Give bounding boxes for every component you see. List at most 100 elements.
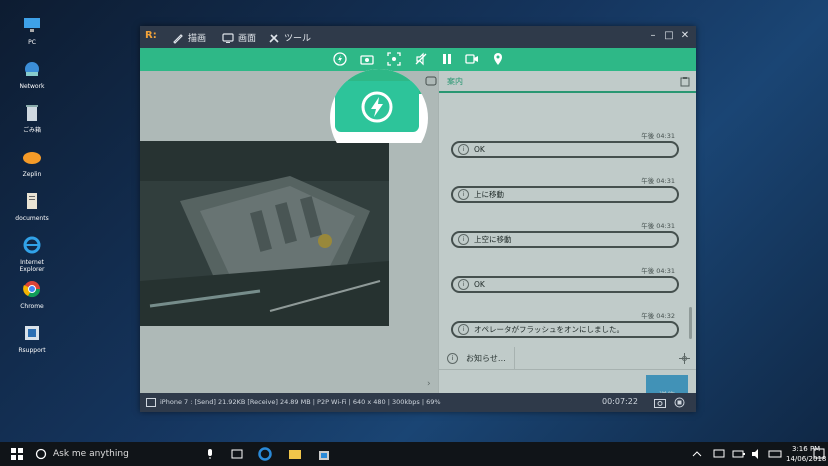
focus-icon[interactable]: [387, 52, 401, 66]
chat-message: i OK: [451, 141, 679, 158]
desktop-icon-chrome[interactable]: Chrome: [9, 280, 55, 310]
chat-message: i OK: [451, 276, 679, 293]
pause-icon[interactable]: [440, 52, 454, 66]
panel-collapse-icon[interactable]: ›: [427, 379, 431, 389]
chat-scrollbar[interactable]: [689, 307, 692, 339]
chrome-icon: [23, 281, 41, 298]
network-icon: [25, 62, 39, 76]
menu-label: ツール: [284, 34, 312, 44]
tab-notice[interactable]: i お知らせ…: [439, 347, 515, 369]
menu-screen[interactable]: 画面: [222, 31, 256, 44]
chat-panel: 案内 午後 04:31 i OK 午後 04:31 i 上に移動 午後 04:31 …: [425, 71, 696, 412]
desktop-icon-label: Zeplin: [22, 171, 42, 178]
clipboard-icon[interactable]: [680, 76, 690, 87]
mute-icon[interactable]: [414, 52, 428, 66]
info-icon: i: [458, 234, 469, 245]
microphone-icon[interactable]: [203, 447, 217, 461]
menu-label: 描画: [188, 34, 207, 44]
windows-start-icon[interactable]: [10, 447, 24, 461]
desktop-icon-ie[interactable]: Internet Explorer: [9, 236, 55, 273]
spotlight-circle: [330, 69, 428, 143]
chevron-up-icon[interactable]: [690, 447, 704, 461]
edge-icon[interactable]: [258, 447, 272, 461]
recycle-bin-icon: [26, 105, 38, 121]
rsupport-icon: [25, 326, 39, 340]
maximize-button[interactable]: □: [662, 29, 676, 43]
desktop-icon-documents[interactable]: documents: [9, 192, 55, 222]
record-icon[interactable]: [674, 397, 685, 408]
file-explorer-icon[interactable]: [288, 447, 302, 461]
device-icon: [146, 398, 156, 407]
tools-icon: [269, 33, 279, 43]
info-icon: i: [458, 324, 469, 335]
status-bar: iPhone 7 : [Send] 21.92KB [Receive] 24.8…: [140, 393, 696, 412]
ie-icon: [23, 236, 41, 254]
camera-icon[interactable]: [654, 397, 666, 408]
location-icon[interactable]: [491, 52, 505, 66]
connection-info: iPhone 7 : [Send] 21.92KB [Receive] 24.8…: [160, 398, 441, 406]
desktop-icon-pc[interactable]: PC: [9, 16, 55, 46]
desktop-icon-recycle-bin[interactable]: ごみ箱: [9, 104, 55, 134]
flash-button-highlighted[interactable]: [335, 81, 419, 132]
menu-tools[interactable]: ツール: [268, 31, 311, 44]
taskbar-search[interactable]: Ask me anything: [53, 449, 129, 459]
pc-icon: [24, 18, 40, 32]
battery-icon[interactable]: [732, 447, 746, 461]
session-timer: 00:07:22: [602, 397, 638, 406]
desktop-icon-zeplin[interactable]: Zeplin: [9, 148, 55, 178]
app-logo: R:: [145, 30, 157, 41]
desktop-icon-label: Internet Explorer: [19, 259, 45, 273]
notification-icon[interactable]: [812, 447, 826, 461]
desktop-icon-network[interactable]: Network: [9, 60, 55, 90]
pen-icon: [173, 33, 183, 44]
folder-icon: [27, 193, 37, 209]
message-time: 午後 04:31: [641, 267, 675, 275]
search-icon: [35, 448, 47, 460]
message-text: オペレータがフラッシュをオンにしました。: [474, 325, 624, 334]
info-icon: i: [458, 279, 469, 290]
keyboard-icon[interactable]: [768, 447, 782, 461]
volume-icon[interactable]: [750, 447, 764, 461]
menu-draw[interactable]: 描画: [172, 31, 206, 44]
desktop-icon-label: ごみ箱: [22, 127, 41, 134]
chat-message: i オペレータがフラッシュをオンにしました。: [451, 321, 679, 338]
message-time: 午後 04:31: [641, 177, 675, 185]
task-view-icon[interactable]: [230, 447, 244, 461]
title-bar: R: 描画 画面 ツール – □ ✕: [140, 26, 696, 48]
message-text: OK: [474, 145, 485, 154]
menu-label: 画面: [238, 34, 257, 44]
network-icon[interactable]: [712, 447, 726, 461]
move-icon[interactable]: [679, 353, 690, 364]
camera-video-feed: [140, 141, 389, 326]
desktop-icon-label: PC: [28, 39, 36, 46]
message-text: 上空に移動: [474, 235, 512, 244]
flash-icon: [361, 91, 393, 122]
notice-tab-label: お知らせ…: [466, 353, 506, 363]
control-toolbar: [140, 48, 696, 71]
zeplin-icon: [23, 152, 41, 164]
desktop-icon-label: Network: [19, 83, 45, 90]
chat-tab-bar: 案内: [425, 71, 696, 93]
message-text: OK: [474, 280, 485, 289]
chat-message: i 上空に移動: [451, 231, 679, 248]
store-icon[interactable]: [317, 447, 331, 461]
desktop-icon-label: Rsupport: [18, 347, 46, 354]
camera-icon[interactable]: [360, 52, 374, 66]
minimize-button[interactable]: –: [646, 29, 660, 43]
message-time: 午後 04:31: [641, 222, 675, 230]
taskbar: Ask me anything 3:16 PM 14/06/2018: [0, 442, 828, 466]
message-time: 午後 04:32: [641, 312, 675, 320]
desktop-icon-label: documents: [15, 215, 49, 222]
desktop-icon-label: Chrome: [20, 303, 44, 310]
message-text: 上に移動: [474, 190, 504, 199]
flash-icon[interactable]: [333, 52, 347, 66]
close-button[interactable]: ✕: [678, 29, 692, 43]
monitor-icon: [222, 32, 234, 43]
chat-message: i 上に移動: [451, 186, 679, 203]
info-icon: i: [447, 352, 458, 364]
desktop-icon-rsupport[interactable]: Rsupport: [9, 324, 55, 354]
video-icon[interactable]: [465, 52, 479, 66]
spotlight-highlight: [330, 69, 428, 143]
info-icon: i: [458, 144, 469, 155]
tab-guide[interactable]: 案内: [447, 76, 463, 87]
